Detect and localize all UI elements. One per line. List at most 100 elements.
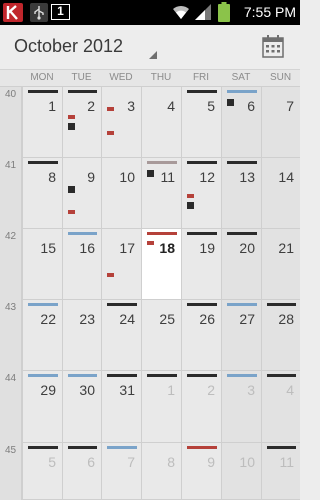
event-marker-red[interactable] xyxy=(187,194,194,198)
day-cell[interactable]: 24 xyxy=(101,300,141,371)
app-logo-icon xyxy=(3,3,23,22)
day-cell[interactable]: 31 xyxy=(101,371,141,443)
event-marker-black[interactable] xyxy=(227,99,234,106)
event-marker-red[interactable] xyxy=(107,273,114,277)
day-cell[interactable]: 22 xyxy=(22,300,62,371)
day-cell[interactable]: 10 xyxy=(101,158,141,229)
event-bar-black[interactable] xyxy=(28,161,58,164)
week-number: 40 xyxy=(0,87,22,158)
day-cell[interactable]: 8 xyxy=(22,158,62,229)
day-cell[interactable]: 21 xyxy=(261,229,300,300)
day-cell[interactable]: 28 xyxy=(261,300,300,371)
day-cell[interactable]: 25 xyxy=(141,300,181,371)
day-cell[interactable]: 10 xyxy=(221,443,261,500)
week-number-label: 42 xyxy=(5,231,17,242)
day-cell[interactable]: 20 xyxy=(221,229,261,300)
day-cell[interactable]: 9 xyxy=(62,158,101,229)
day-cell[interactable]: 12 xyxy=(181,158,221,229)
day-number: 27 xyxy=(239,311,255,327)
event-marker-black[interactable] xyxy=(147,170,154,177)
day-cell[interactable]: 16 xyxy=(62,229,101,300)
day-cell[interactable]: 9 xyxy=(181,443,221,500)
event-bar-black[interactable] xyxy=(187,374,217,377)
event-bar-blue[interactable] xyxy=(28,303,58,306)
day-cell[interactable]: 6 xyxy=(62,443,101,500)
event-bar-black[interactable] xyxy=(28,446,58,449)
event-bar-black[interactable] xyxy=(147,374,177,377)
event-marker-red[interactable] xyxy=(147,241,154,245)
event-bar-black[interactable] xyxy=(187,232,217,235)
day-cell[interactable]: 29 xyxy=(22,371,62,443)
event-bar-red[interactable] xyxy=(147,232,177,235)
event-bar-black[interactable] xyxy=(107,374,137,377)
day-cell[interactable]: 15 xyxy=(22,229,62,300)
event-bar-blue[interactable] xyxy=(227,374,257,377)
event-bar-blue[interactable] xyxy=(68,374,97,377)
day-cell[interactable]: 1 xyxy=(22,87,62,158)
week-number: 41 xyxy=(0,158,22,229)
day-cell[interactable]: 14 xyxy=(261,158,300,229)
event-marker-red[interactable] xyxy=(68,210,75,214)
event-bar-black[interactable] xyxy=(68,446,97,449)
event-bar-black[interactable] xyxy=(267,446,296,449)
day-cell[interactable]: 23 xyxy=(62,300,101,371)
event-marker-black[interactable] xyxy=(187,202,194,209)
event-marker-black[interactable] xyxy=(68,123,75,130)
day-cell[interactable]: 13 xyxy=(221,158,261,229)
day-cell-today[interactable]: 18 xyxy=(141,229,181,300)
event-bar-blue[interactable] xyxy=(28,374,58,377)
day-number: 8 xyxy=(167,454,175,470)
event-bar-black[interactable] xyxy=(28,90,58,93)
event-bar-black[interactable] xyxy=(187,303,217,306)
day-cell[interactable]: 17 xyxy=(101,229,141,300)
event-marker-black[interactable] xyxy=(68,186,75,193)
event-marker-red[interactable] xyxy=(107,131,114,135)
event-marker-red[interactable] xyxy=(68,115,75,119)
day-cell[interactable]: 3 xyxy=(101,87,141,158)
day-cell[interactable]: 1 xyxy=(141,371,181,443)
day-cell[interactable]: 19 xyxy=(181,229,221,300)
event-marker-red[interactable] xyxy=(107,107,114,111)
day-number: 29 xyxy=(40,382,56,398)
day-cell[interactable]: 8 xyxy=(141,443,181,500)
event-bar-black[interactable] xyxy=(267,374,296,377)
day-cell[interactable]: 5 xyxy=(22,443,62,500)
day-cell[interactable]: 4 xyxy=(141,87,181,158)
day-cell[interactable]: 5 xyxy=(181,87,221,158)
event-bar-blue[interactable] xyxy=(107,446,137,449)
calendar-today-icon[interactable] xyxy=(262,34,284,58)
day-cell[interactable]: 2 xyxy=(181,371,221,443)
day-cell[interactable]: 11 xyxy=(261,443,300,500)
day-cell[interactable]: 11 xyxy=(141,158,181,229)
day-cell[interactable]: 27 xyxy=(221,300,261,371)
day-cell[interactable]: 26 xyxy=(181,300,221,371)
event-bar-grey[interactable] xyxy=(147,161,177,164)
event-bar-blue[interactable] xyxy=(68,232,97,235)
weekday-label-sat: SAT xyxy=(231,72,251,83)
day-cell[interactable]: 4 xyxy=(261,371,300,443)
event-bar-blue[interactable] xyxy=(227,303,257,306)
event-bar-black[interactable] xyxy=(187,90,217,93)
event-bar-black[interactable] xyxy=(68,90,97,93)
event-bar-black[interactable] xyxy=(107,303,137,306)
month-title[interactable]: October 2012 xyxy=(14,36,123,57)
day-cell[interactable]: 30 xyxy=(62,371,101,443)
event-bar-black[interactable] xyxy=(267,303,296,306)
day-cell[interactable]: 6 xyxy=(221,87,261,158)
week-number: 43 xyxy=(0,300,22,371)
day-cell[interactable]: 3 xyxy=(221,371,261,443)
day-number: 15 xyxy=(40,240,56,256)
day-number: 4 xyxy=(167,98,175,114)
event-bar-black[interactable] xyxy=(227,232,257,235)
week-row: 42 15 16 17 18 19 20 21 xyxy=(0,229,300,300)
dropdown-arrow-icon[interactable] xyxy=(149,51,157,59)
event-bar-black[interactable] xyxy=(227,161,257,164)
day-cell[interactable]: 7 xyxy=(261,87,300,158)
day-cell[interactable]: 7 xyxy=(101,443,141,500)
day-number: 13 xyxy=(239,169,255,185)
day-cell[interactable]: 2 xyxy=(62,87,101,158)
event-bar-black[interactable] xyxy=(187,161,217,164)
event-bar-blue[interactable] xyxy=(227,90,257,93)
week-row: 45 5 6 7 8 9 10 11 xyxy=(0,443,300,500)
event-bar-red[interactable] xyxy=(187,446,217,449)
